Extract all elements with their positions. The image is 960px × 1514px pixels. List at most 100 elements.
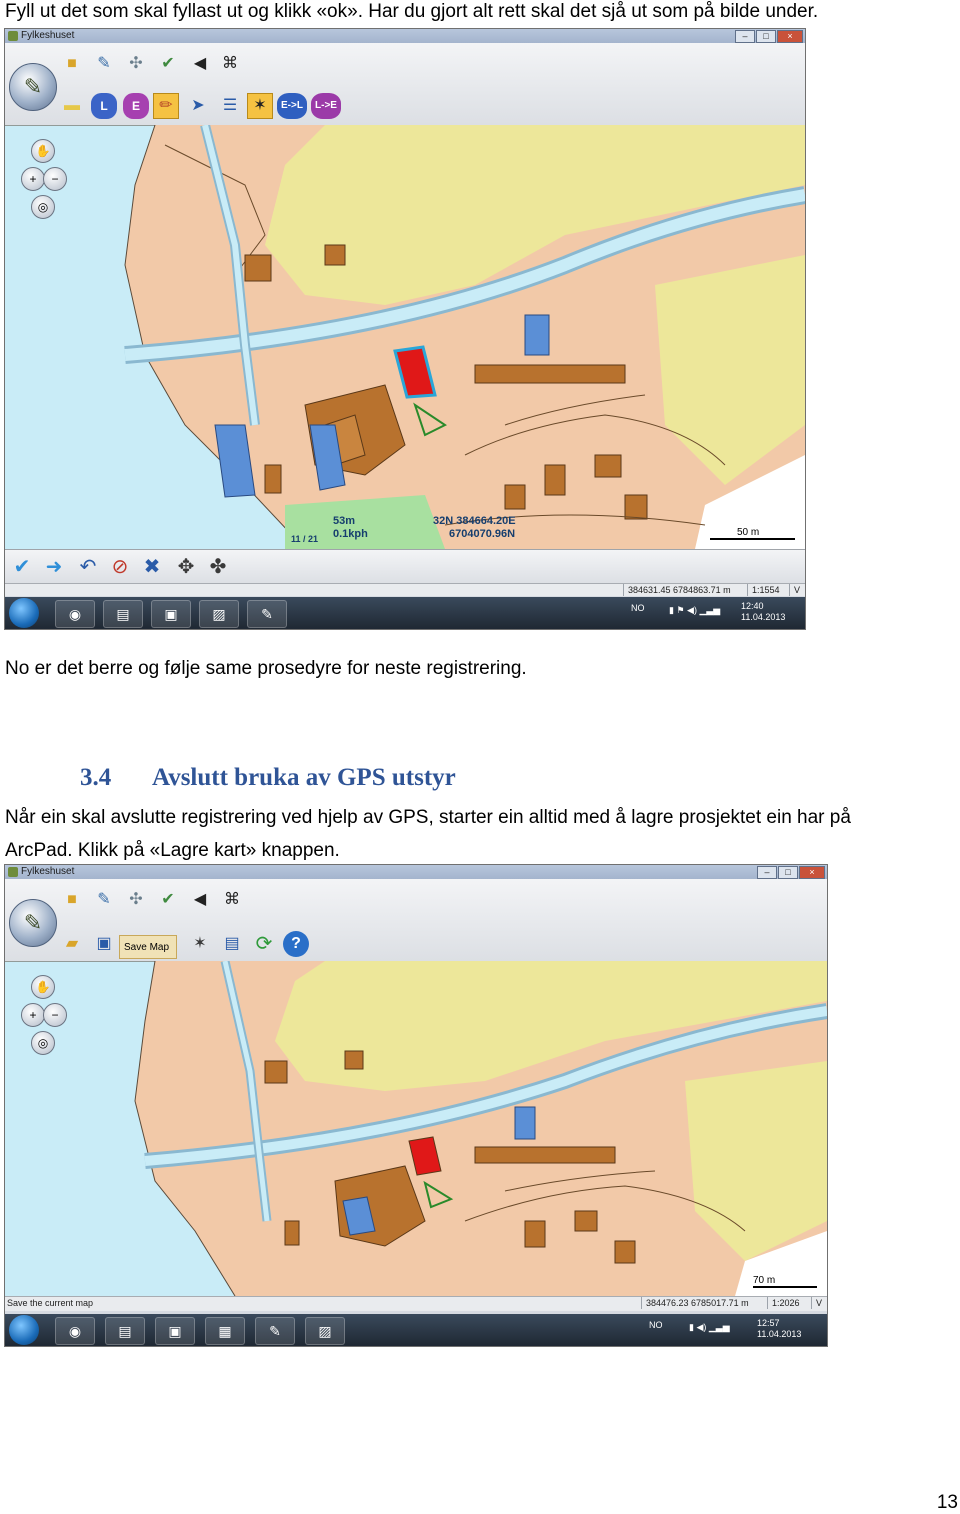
command-icon[interactable]: ⌘ bbox=[219, 887, 245, 913]
close-button[interactable]: × bbox=[777, 30, 803, 43]
refresh-icon[interactable]: ⟳ bbox=[251, 931, 277, 957]
tray-clock: 12:40 11.04.2013 bbox=[741, 601, 785, 623]
arcpad-logo-icon[interactable]: ✎ bbox=[9, 63, 57, 111]
pan-hand-icon[interactable]: ✋ bbox=[31, 139, 55, 163]
edit-toolbar: ✔ ➜ ↶ ⊘ ✖ ✥ ✤ bbox=[5, 549, 805, 584]
section-body-line2: ArcPad. Klikk på «Lagre kart» knappen. bbox=[5, 840, 340, 861]
e-to-l-button[interactable]: E->L bbox=[277, 93, 307, 119]
window-titlebar: Fylkeshuset – □ × bbox=[5, 865, 827, 879]
folder-icon[interactable]: ■ bbox=[59, 51, 85, 77]
explorer-icon[interactable]: ▣ bbox=[155, 1317, 195, 1345]
document-icon[interactable]: ▤ bbox=[219, 931, 245, 957]
arcpad-taskbar-icon[interactable]: ✎ bbox=[255, 1317, 295, 1345]
app-icon bbox=[8, 31, 18, 41]
cancel-circle-icon[interactable]: ⊘ bbox=[107, 554, 133, 580]
gps-vertex-icon[interactable]: ✥ bbox=[173, 554, 199, 580]
status-end: V bbox=[789, 584, 804, 596]
minimize-button[interactable]: – bbox=[735, 30, 755, 43]
start-button[interactable] bbox=[9, 598, 39, 628]
main-toolbar: ✎ ■ ✎ ✣ ✔ ◀ ⌘ ▬ L E ✏ ➤ ☰ ✶ E->L L->E bbox=[5, 43, 805, 126]
tray-icons: ▮ ◀) ▁▃▅ bbox=[689, 1322, 730, 1332]
help-icon[interactable]: ? bbox=[283, 931, 309, 957]
l-button[interactable]: L bbox=[91, 93, 117, 119]
ok-check-icon[interactable]: ✔ bbox=[9, 554, 35, 580]
tray-clock: 12:57 11.04.2013 bbox=[757, 1318, 801, 1340]
full-extent-icon[interactable]: ◎ bbox=[31, 1031, 55, 1055]
select-arrow-icon[interactable]: ➤ bbox=[185, 93, 211, 119]
scale-bar-label: 50 m bbox=[737, 527, 760, 538]
close-button[interactable]: × bbox=[799, 866, 825, 879]
intro-text: Fyll ut det som skal fyllast ut og klikk… bbox=[5, 1, 819, 22]
delete-x-icon[interactable]: ✖ bbox=[139, 554, 165, 580]
gps-altitude: 53m bbox=[333, 515, 356, 527]
edit-check-icon[interactable]: ✔ bbox=[155, 51, 181, 77]
open-folder-icon[interactable]: ▰ bbox=[59, 931, 85, 957]
status-coordinates: 384631.45 6784863.71 m bbox=[623, 584, 735, 596]
arcpad-taskbar-icon[interactable]: ✎ bbox=[247, 600, 287, 628]
map-view[interactable]: ✋ + − ◎ 70 m bbox=[5, 961, 827, 1296]
gps-icon[interactable]: ✶ bbox=[187, 931, 213, 957]
section-heading: 3.4 Avslutt bruka av GPS utstyr bbox=[80, 764, 456, 792]
pencil-icon[interactable]: ✏ bbox=[153, 93, 179, 119]
folder-icon[interactable]: ■ bbox=[59, 887, 85, 913]
minimize-button[interactable]: – bbox=[757, 866, 777, 879]
notes-icon[interactable]: ▤ bbox=[103, 600, 143, 628]
window-title: Fylkeshuset bbox=[21, 866, 75, 877]
pan-hand-icon[interactable]: ✋ bbox=[31, 975, 55, 999]
window-controls: – □ × bbox=[757, 866, 825, 879]
chrome-icon[interactable]: ◉ bbox=[55, 1317, 95, 1345]
windows-taskbar: ◉ ▤ ▣ ▦ ✎ ▨ NO ▮ ◀) ▁▃▅ 12:57 11.04.2013 bbox=[5, 1314, 827, 1346]
e-button[interactable]: E bbox=[123, 93, 149, 119]
arcpad-logo-icon[interactable]: ✎ bbox=[9, 899, 57, 947]
zoom-in-icon[interactable]: + bbox=[21, 1003, 45, 1027]
back-arrow-icon[interactable]: ◀ bbox=[187, 51, 213, 77]
paint-icon[interactable]: ▨ bbox=[199, 600, 239, 628]
zoom-in-icon[interactable]: + bbox=[21, 167, 45, 191]
save-map-button[interactable]: Save Map bbox=[119, 935, 177, 959]
forward-arrow-icon[interactable]: ➜ bbox=[41, 554, 67, 580]
arcpad-screenshot-2: Fylkeshuset – □ × ✎ ■ ✎ ✣ ✔ ◀ ⌘ ▰ ▣ Save… bbox=[4, 864, 828, 1347]
window-controls: – □ × bbox=[735, 30, 803, 43]
notes-icon[interactable]: ▤ bbox=[105, 1317, 145, 1345]
back-arrow-icon[interactable]: ◀ bbox=[187, 887, 213, 913]
map-canvas bbox=[5, 125, 805, 549]
chrome-icon[interactable]: ◉ bbox=[55, 600, 95, 628]
zoom-out-icon[interactable]: − bbox=[43, 167, 67, 191]
attribute-table-icon[interactable]: ☰ bbox=[217, 93, 243, 119]
file-manager-icon[interactable]: ▦ bbox=[205, 1317, 245, 1345]
tray-time: 12:57 bbox=[757, 1318, 780, 1328]
gps-capture-icon[interactable]: ✶ bbox=[247, 93, 273, 119]
maximize-button[interactable]: □ bbox=[778, 866, 798, 879]
zoom-out-icon[interactable]: − bbox=[43, 1003, 67, 1027]
page-number: 13 bbox=[936, 1492, 958, 1513]
full-extent-icon[interactable]: ◎ bbox=[31, 195, 55, 219]
main-toolbar: ✎ ■ ✎ ✣ ✔ ◀ ⌘ ▰ ▣ Save Map ✶ ▤ ⟳ ? bbox=[5, 879, 827, 962]
command-icon[interactable]: ⌘ bbox=[217, 51, 243, 77]
edit-check-icon[interactable]: ✔ bbox=[155, 887, 181, 913]
section-body-line1: Når ein skal avslutte registrering ved h… bbox=[5, 807, 851, 828]
window-titlebar: Fylkeshuset – □ × bbox=[5, 29, 805, 43]
tray-language: NO bbox=[631, 603, 645, 613]
windows-taskbar: ◉ ▤ ▣ ▨ ✎ NO ▮ ⚑ ◀) ▁▃▅ 12:40 11.04.2013 bbox=[5, 597, 805, 629]
tray-date: 11.04.2013 bbox=[757, 1329, 802, 1339]
window-title: Fylkeshuset bbox=[21, 30, 75, 41]
gps-edit-icon[interactable]: ✎ bbox=[91, 887, 117, 913]
tray-time: 12:40 bbox=[741, 601, 764, 611]
save-disk-icon[interactable]: ▣ bbox=[91, 931, 117, 957]
start-button[interactable] bbox=[9, 1315, 39, 1345]
undo-icon[interactable]: ↶ bbox=[75, 554, 101, 580]
l-to-e-button[interactable]: L->E bbox=[311, 93, 341, 119]
section-body: Når ein skal avslutte registrering ved h… bbox=[5, 801, 851, 867]
gps-stream-icon[interactable]: ✤ bbox=[205, 554, 231, 580]
status-scale: 1:2026 bbox=[767, 1297, 804, 1309]
map-view[interactable]: ✋ + − ◎ 53m 0.1kph 11 / 21 32N 384664.20… bbox=[5, 125, 805, 549]
gps-edit-icon[interactable]: ✎ bbox=[91, 51, 117, 77]
paint-icon[interactable]: ▨ bbox=[305, 1317, 345, 1345]
label-icon[interactable]: ▬ bbox=[59, 93, 85, 119]
app-icon bbox=[8, 867, 18, 877]
gps-coordinates: 32N 384664.20E 6704070.96N bbox=[433, 515, 516, 541]
maximize-button[interactable]: □ bbox=[756, 30, 776, 43]
vertex-tool-icon[interactable]: ✣ bbox=[123, 887, 149, 913]
explorer-icon[interactable]: ▣ bbox=[151, 600, 191, 628]
vertex-tool-icon[interactable]: ✣ bbox=[123, 51, 149, 77]
